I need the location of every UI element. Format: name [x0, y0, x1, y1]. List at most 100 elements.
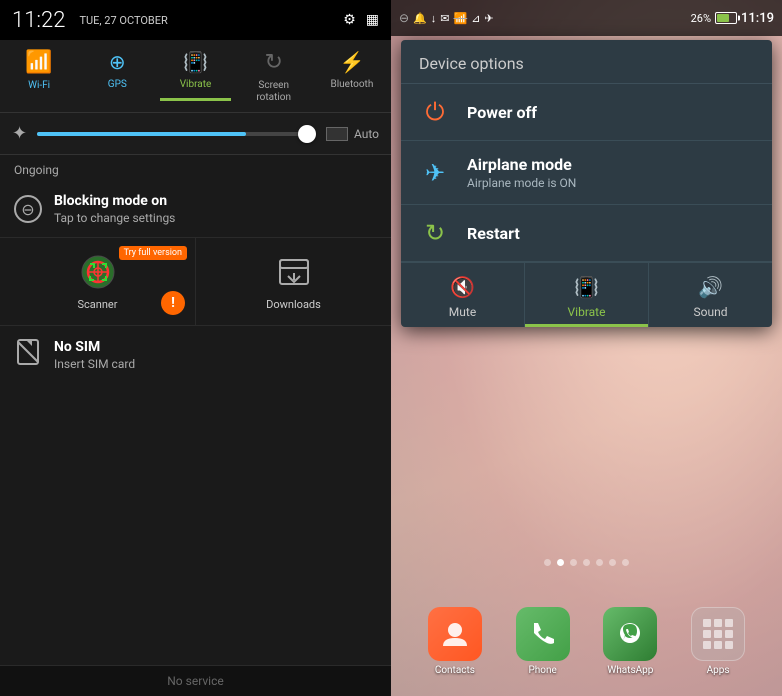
airplane-mode-label: Airplane mode: [467, 155, 576, 174]
sound-label: Sound: [694, 305, 728, 319]
dot-2-active[interactable]: [557, 559, 564, 566]
sound-option[interactable]: 🔊 Sound: [649, 263, 772, 327]
page-dots: [391, 559, 782, 566]
downloads-label: Downloads: [266, 298, 321, 311]
bluetooth-icon: ⚡: [339, 50, 364, 74]
gps-label: GPS: [108, 79, 127, 91]
dot-4[interactable]: [583, 559, 590, 566]
contacts-label: Contacts: [435, 665, 475, 676]
power-off-text: Power off: [467, 103, 537, 122]
brightness-icon: ✦: [12, 123, 27, 144]
scanner-label: Scanner: [78, 298, 118, 311]
auto-brightness[interactable]: Auto: [326, 127, 379, 141]
nosim-text: No SIM Insert SIM card: [54, 339, 135, 371]
airplane-mode-subtitle: Airplane mode is ON: [467, 176, 576, 190]
downloads-icon-wrap: [274, 252, 314, 292]
settings-icon[interactable]: ⚙: [343, 12, 356, 28]
dock-contacts[interactable]: Contacts: [428, 607, 482, 676]
power-off-label: Power off: [467, 103, 537, 122]
power-off-option[interactable]: ⏻ Power off: [401, 84, 772, 141]
scanner-icon-wrap: [78, 252, 118, 292]
signal-off-icon: 📶: [453, 12, 467, 25]
brightness-fill: [37, 132, 246, 136]
dot-5[interactable]: [596, 559, 603, 566]
scanner-icon: [78, 252, 118, 292]
status-bar-left: 11:22 TUE, 27 OCTOBER ⚙ ▦: [0, 0, 391, 40]
mute-option[interactable]: 🔇 Mute: [401, 263, 525, 327]
brightness-thumb: [298, 125, 316, 143]
vibrate-label: Vibrate: [180, 79, 212, 91]
minus-icon: ⊖: [399, 11, 409, 25]
scanner-app-item[interactable]: Scanner Try full version !: [0, 238, 196, 325]
apps-icon: [691, 607, 745, 661]
status-bar-right: ⊖ 🔔 ↓ ✉ 📶 ⊿ ✈ 26% 11:19: [391, 0, 782, 36]
sound-options: 🔇 Mute 📳 Vibrate 🔊 Sound: [401, 262, 772, 327]
restart-label: Restart: [467, 224, 520, 243]
whatsapp-label: WhatsApp: [607, 665, 653, 676]
brightness-slider[interactable]: [37, 132, 316, 136]
blocking-mode-title: Blocking mode on: [54, 193, 175, 209]
vibrate-active-bar: [160, 98, 230, 101]
dot-1[interactable]: [544, 559, 551, 566]
airplane-status-icon: ✈: [484, 12, 493, 25]
email-icon: ✉: [440, 12, 449, 25]
battery-icon: [715, 12, 737, 24]
dot-3[interactable]: [570, 559, 577, 566]
bluetooth-label: Bluetooth: [330, 79, 373, 91]
dock-phone[interactable]: Phone: [516, 607, 570, 676]
mute-icon: 🔇: [450, 275, 475, 299]
right-status-info: 26% 11:19: [691, 11, 774, 26]
blocking-mode-subtitle: Tap to change settings: [54, 211, 175, 225]
battery-percent: 26%: [691, 12, 711, 25]
phone-icon: [516, 607, 570, 661]
dot-7[interactable]: [622, 559, 629, 566]
downloads-app-item[interactable]: Downloads: [196, 238, 391, 325]
nosim-subtitle: Insert SIM card: [54, 357, 135, 371]
whatsapp-icon: [603, 607, 657, 661]
restart-text: Restart: [467, 224, 520, 243]
screen-rotation-icon: ↻: [264, 50, 282, 75]
apps-label: Apps: [707, 665, 730, 676]
status-icons: ⚙ ▦: [343, 12, 379, 28]
vibrate-sound-label: Vibrate: [568, 305, 606, 319]
download-indicator: ↓: [431, 12, 437, 25]
dock: Contacts Phone WhatsApp: [391, 607, 782, 676]
gps-toggle[interactable]: ⊕ GPS: [78, 40, 156, 112]
left-panel: 11:22 TUE, 27 OCTOBER ⚙ ▦ 📶 Wi-Fi ⊕ GPS …: [0, 0, 391, 696]
airplane-icon: ✈: [419, 159, 451, 187]
left-status-icons: ⊖ 🔔 ↓ ✉ 📶 ⊿ ✈: [399, 11, 494, 25]
screen-rotation-toggle[interactable]: ↻ Screenrotation: [235, 40, 313, 112]
wifi-label: Wi-Fi: [28, 80, 50, 92]
auto-label: Auto: [354, 127, 379, 141]
nosim-notification: No SIM Insert SIM card: [0, 326, 391, 384]
nosim-icon: [14, 338, 42, 372]
vibrate-toggle[interactable]: 📳 Vibrate: [156, 40, 234, 112]
right-time: 11:19: [741, 11, 774, 26]
blocking-mode-text: Blocking mode on Tap to change settings: [54, 193, 175, 225]
ongoing-section-label: Ongoing: [0, 155, 391, 181]
app-row: Scanner Try full version ! Downloads: [0, 238, 391, 326]
airplane-mode-option[interactable]: ✈ Airplane mode Airplane mode is ON: [401, 141, 772, 205]
brightness-row: ✦ Auto: [0, 113, 391, 155]
blocking-mode-icon: ⊖: [14, 195, 42, 223]
restart-option[interactable]: ↻ Restart: [401, 205, 772, 262]
right-panel: ✦ ✦ ✦ ✦ ✦ ⊖ 🔔 ↓ ✉ 📶 ⊿ ✈ 26% 11:19 Device…: [391, 0, 782, 696]
sound-active-bar: [525, 324, 648, 327]
dock-apps[interactable]: Apps: [691, 607, 745, 676]
notification-icon: 🔔: [413, 12, 427, 25]
downloads-icon: [274, 252, 314, 292]
bluetooth-toggle[interactable]: ⚡ Bluetooth: [313, 40, 391, 112]
dot-6[interactable]: [609, 559, 616, 566]
auto-checkbox[interactable]: [326, 127, 348, 141]
try-full-version-badge[interactable]: Try full version: [119, 246, 187, 260]
screen-rotation-label: Screenrotation: [256, 80, 291, 104]
wifi-status-icon: ⊿: [471, 12, 480, 25]
wifi-toggle[interactable]: 📶 Wi-Fi: [0, 40, 78, 112]
dock-whatsapp[interactable]: WhatsApp: [603, 607, 657, 676]
airplane-mode-text: Airplane mode Airplane mode is ON: [467, 155, 576, 190]
quick-toggles: 📶 Wi-Fi ⊕ GPS 📳 Vibrate ↻ Screenrotation…: [0, 40, 391, 113]
grid-icon[interactable]: ▦: [366, 12, 379, 28]
vibrate-sound-option[interactable]: 📳 Vibrate: [525, 263, 649, 327]
contacts-icon: [428, 607, 482, 661]
blocking-mode-notification[interactable]: ⊖ Blocking mode on Tap to change setting…: [0, 181, 391, 238]
